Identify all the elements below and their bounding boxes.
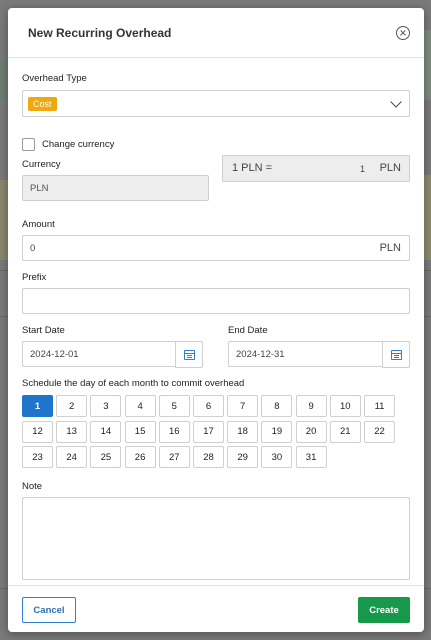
schedule-day-button[interactable]: 29 — [227, 446, 259, 468]
exchange-rate-unit: PLN — [379, 162, 401, 174]
close-circle-icon[interactable] — [396, 25, 410, 40]
note-textarea[interactable] — [22, 497, 410, 580]
schedule-day-button[interactable]: 16 — [158, 420, 190, 443]
end-date-label: End Date — [228, 325, 268, 336]
overhead-type-label: Overhead Type — [22, 73, 87, 84]
currency-label: Currency — [22, 159, 61, 170]
start-date-picker-button[interactable] — [175, 341, 203, 368]
schedule-day-button[interactable]: 14 — [90, 420, 122, 443]
calendar-icon — [390, 349, 402, 360]
exchange-rate-prefix: 1 PLN = — [232, 162, 273, 174]
end-date-value: 2024-12-31 — [236, 348, 285, 360]
schedule-day-button[interactable]: 11 — [364, 395, 395, 417]
schedule-day-button[interactable]: 8 — [261, 395, 293, 417]
schedule-day-button[interactable]: 22 — [364, 420, 395, 443]
schedule-day-button[interactable]: 23 — [22, 446, 53, 468]
schedule-day-button[interactable]: 15 — [124, 420, 156, 443]
schedule-day-button[interactable]: 2 — [56, 395, 88, 417]
chevron-down-icon — [390, 96, 402, 108]
amount-value: 0 — [30, 242, 36, 254]
create-button[interactable]: Create — [358, 597, 410, 623]
amount-label: Amount — [22, 219, 55, 230]
start-date-input[interactable]: 2024-12-01 — [22, 341, 203, 368]
schedule-day-button[interactable]: 7 — [227, 395, 259, 417]
note-label: Note — [22, 481, 43, 492]
schedule-day-button[interactable]: 21 — [329, 420, 361, 443]
cancel-button[interactable]: Cancel — [22, 597, 76, 623]
end-date-picker-button[interactable] — [382, 341, 410, 368]
overhead-type-badge: Cost — [28, 96, 57, 111]
new-recurring-overhead-modal: New Recurring Overhead Overhead Type Cos… — [8, 8, 424, 632]
schedule-day-button[interactable]: 9 — [295, 395, 327, 417]
prefix-input[interactable] — [22, 288, 410, 314]
schedule-day-button[interactable]: 13 — [56, 420, 88, 443]
schedule-day-button[interactable]: 10 — [329, 395, 361, 417]
calendar-icon — [183, 349, 195, 360]
amount-input[interactable]: 0 PLN — [22, 235, 410, 261]
schedule-day-button[interactable]: 26 — [124, 446, 156, 468]
schedule-day-button[interactable]: 24 — [56, 446, 88, 468]
exchange-rate-field: 1 PLN = 1 PLN — [222, 155, 410, 182]
background-panel — [0, 60, 8, 100]
schedule-day-button[interactable]: 28 — [193, 446, 224, 468]
schedule-day-button[interactable]: 27 — [158, 446, 190, 468]
modal-footer: Cancel Create — [8, 585, 424, 632]
currency-field: PLN — [22, 175, 209, 201]
schedule-day-button[interactable]: 19 — [261, 420, 293, 443]
modal-header: New Recurring Overhead — [8, 8, 424, 58]
schedule-day-button[interactable]: 30 — [261, 446, 293, 468]
exchange-rate-value: 1 — [360, 164, 366, 174]
schedule-day-button[interactable]: 17 — [193, 420, 224, 443]
schedule-day-button[interactable]: 5 — [158, 395, 190, 417]
schedule-day-button[interactable]: 1 — [22, 395, 53, 417]
schedule-day-button[interactable]: 20 — [295, 420, 327, 443]
background-panel — [0, 180, 8, 260]
schedule-day-button[interactable]: 25 — [90, 446, 122, 468]
change-currency-checkbox[interactable] — [22, 138, 35, 151]
start-date-label: Start Date — [22, 325, 65, 336]
end-date-input[interactable]: 2024-12-31 — [228, 341, 410, 368]
overhead-type-select[interactable]: Cost — [22, 90, 410, 117]
change-currency-label: Change currency — [42, 139, 115, 150]
schedule-day-button[interactable]: 12 — [22, 420, 53, 443]
start-date-value: 2024-12-01 — [30, 348, 79, 360]
schedule-day-button[interactable]: 3 — [90, 395, 122, 417]
schedule-day-button[interactable]: 18 — [227, 420, 259, 443]
amount-unit: PLN — [379, 242, 401, 254]
modal-title: New Recurring Overhead — [28, 25, 172, 40]
prefix-label: Prefix — [22, 272, 47, 283]
schedule-day-button[interactable]: 6 — [193, 395, 224, 417]
schedule-day-button[interactable]: 4 — [124, 395, 156, 417]
schedule-label: Schedule the day of each month to commit… — [22, 378, 245, 389]
schedule-day-button[interactable]: 31 — [295, 446, 327, 468]
